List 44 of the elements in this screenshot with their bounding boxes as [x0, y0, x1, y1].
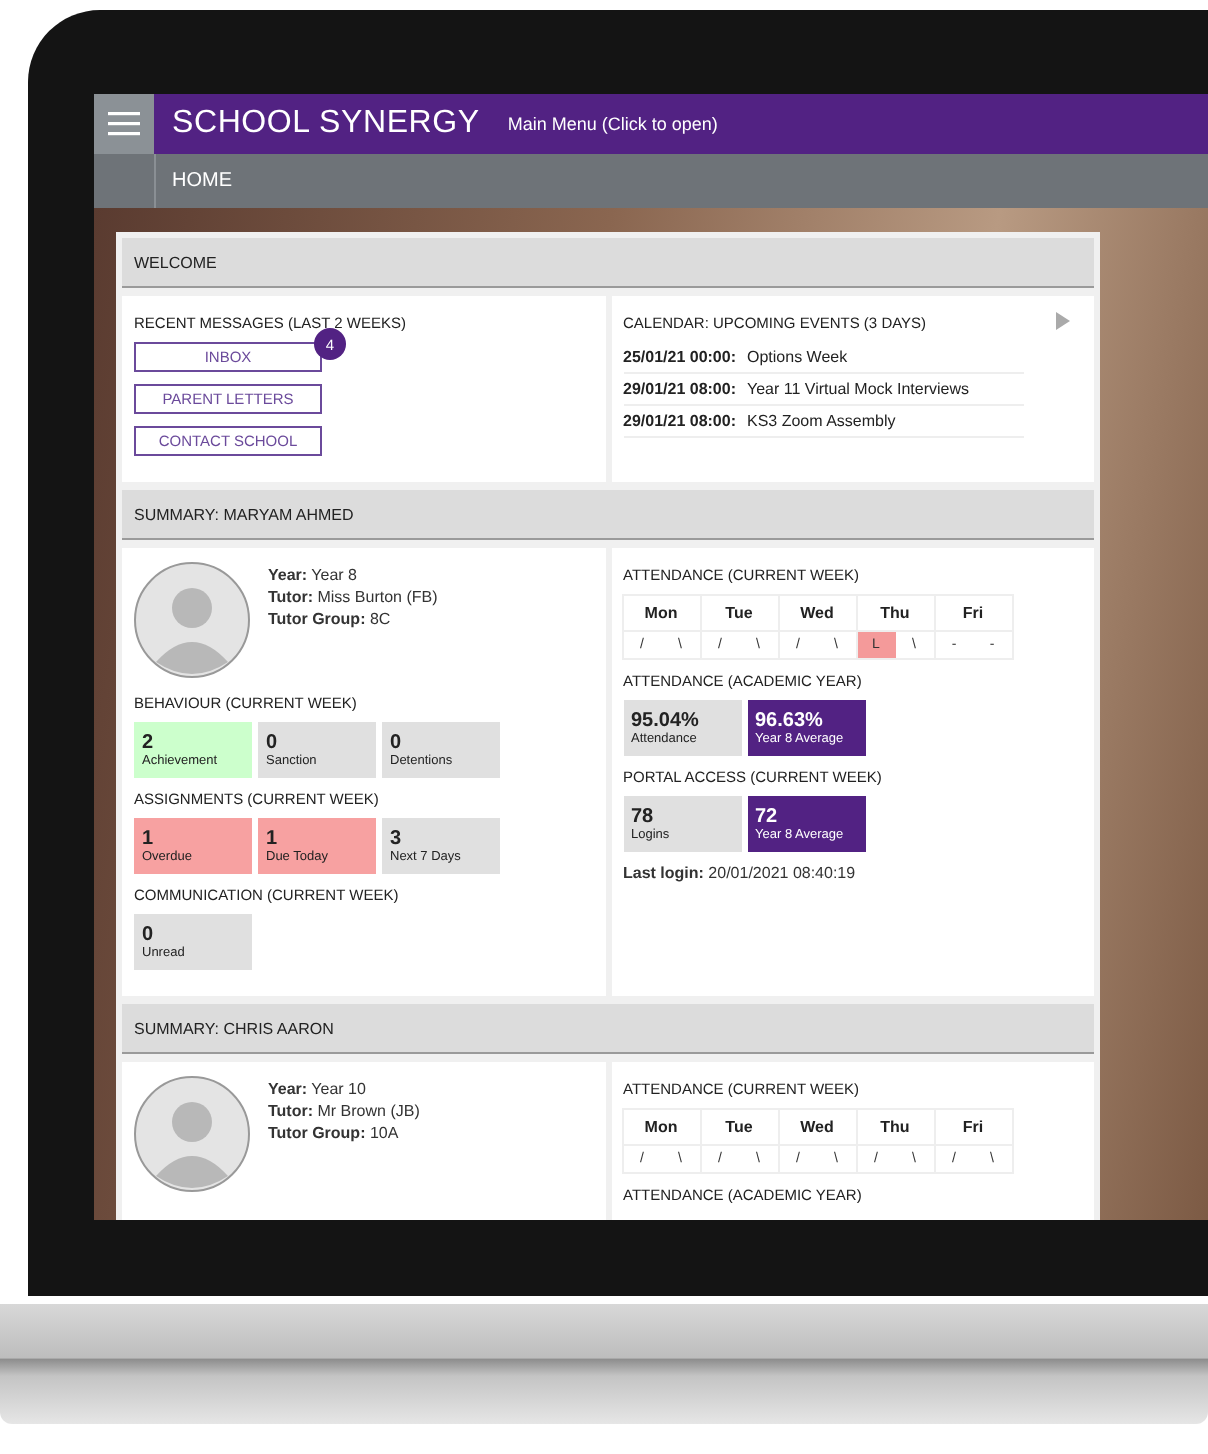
day-heading: Mon: [623, 1110, 699, 1146]
day-heading: Thu: [857, 1110, 933, 1146]
day-heading: Fri: [935, 1110, 1011, 1146]
detail-line: Tutor: Miss Burton (FB): [268, 588, 438, 606]
event-name: Options Week: [747, 348, 850, 366]
detail-line: Year: Year 8: [268, 566, 359, 584]
detail-line: Year: Year 10: [268, 1080, 368, 1098]
event-name: Year 11 Virtual Mock Interviews: [747, 380, 972, 398]
menu-icon: [108, 112, 140, 136]
section-header: SUMMARY: CHRIS AARON: [122, 1004, 1094, 1054]
detail-line: Tutor Group: 8C: [268, 610, 393, 628]
home-link[interactable]: HOME: [172, 170, 232, 192]
avatar-placeholder: [134, 562, 250, 678]
logo-text: SCHOOL SYNERGY: [172, 106, 480, 142]
detail-line: Tutor Group: 10A: [268, 1124, 401, 1142]
detail-line: Tutor: Mr Brown (JB): [268, 1102, 420, 1120]
event-time: 29/01/21 08:00:: [623, 380, 738, 398]
event-time: 29/01/21 08:00:: [623, 412, 738, 430]
section-header: SUMMARY: MARYAM AHMED: [122, 490, 1094, 540]
last-login-text: Last login: 20/01/2021 08:40:19: [623, 864, 858, 882]
stat-value: 78: [631, 806, 656, 828]
event-name: KS3 Zoom Assembly: [747, 412, 898, 430]
stat-value: 1: [266, 828, 280, 850]
stat-value: 0: [142, 924, 156, 946]
stat-value: 1: [142, 828, 156, 850]
stat-value: 96.63%: [755, 710, 825, 732]
play-icon[interactable]: [1056, 312, 1070, 330]
day-heading: Fri: [935, 596, 1011, 632]
section-header: WELCOME: [122, 238, 1094, 288]
menu-button[interactable]: [94, 94, 154, 154]
day-heading: Wed: [779, 1110, 855, 1146]
day-heading: Tue: [701, 596, 777, 632]
stat-value: 0: [390, 732, 404, 754]
stat-value: 72: [755, 806, 780, 828]
day-heading: Mon: [623, 596, 699, 632]
day-heading: Tue: [701, 1110, 777, 1146]
stat-value: 2: [142, 732, 156, 754]
stat-value: 3: [390, 828, 404, 850]
event-time: 25/01/21 00:00:: [623, 348, 738, 366]
main-menu-link[interactable]: Main Menu (Click to open): [507, 114, 718, 134]
avatar-placeholder: [134, 1076, 250, 1192]
day-heading: Wed: [779, 596, 855, 632]
stat-value: 95.04%: [631, 710, 701, 732]
stat-value: 0: [266, 732, 280, 754]
